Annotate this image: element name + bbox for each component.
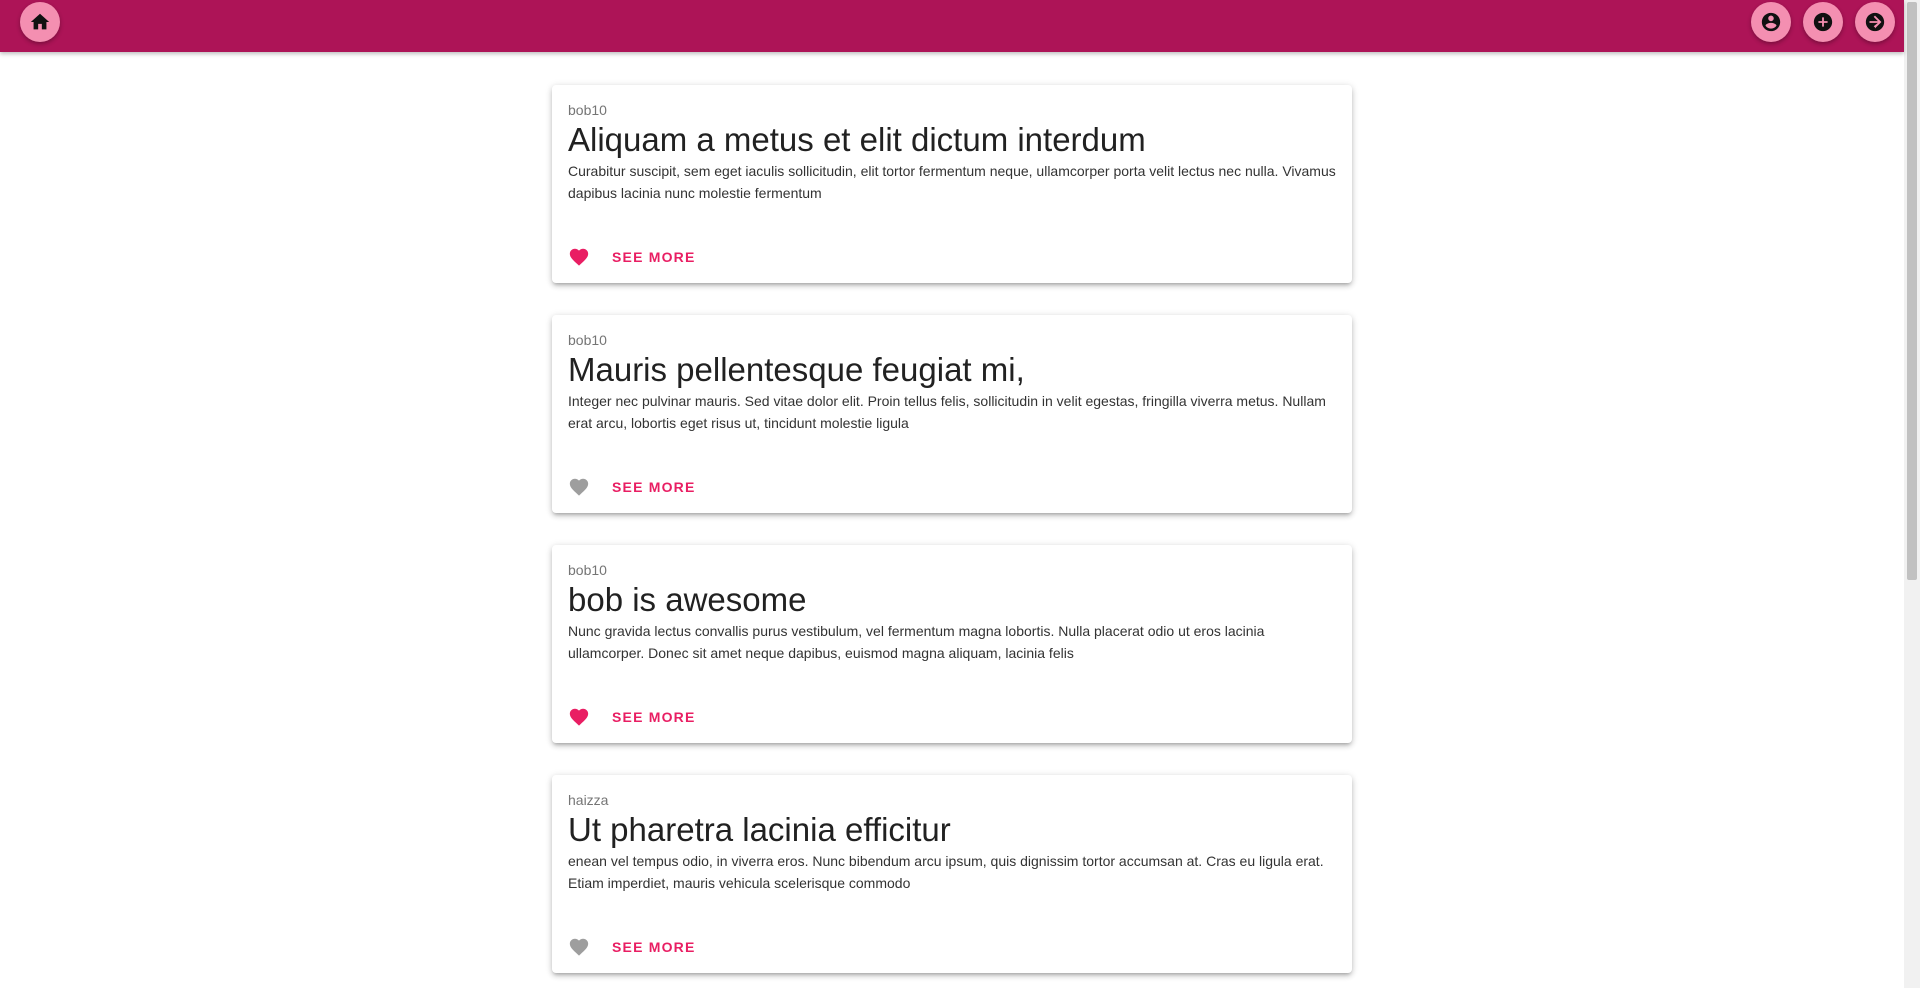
next-button[interactable] <box>1855 2 1895 42</box>
post-author: haizza <box>568 792 609 808</box>
post-body: Integer nec pulvinar mauris. Sed vitae d… <box>568 393 1326 431</box>
post-title: Mauris pellentesque feugiat mi, <box>568 351 1025 388</box>
post-title: Ut pharetra lacinia efficitur <box>568 811 951 848</box>
post-author: bob10 <box>568 562 607 578</box>
post-title: Aliquam a metus et elit dictum interdum <box>568 121 1146 158</box>
see-more-button[interactable]: SEE MORE <box>612 479 696 495</box>
post-actions: SEE MORE <box>568 475 696 499</box>
post-card: bob10 Mauris pellentesque feugiat mi, In… <box>552 315 1352 513</box>
post-author: bob10 <box>568 102 607 118</box>
heart-icon[interactable] <box>568 936 590 958</box>
add-post-button[interactable] <box>1803 2 1843 42</box>
post-card: bob10 Aliquam a metus et elit dictum int… <box>552 85 1352 283</box>
see-more-button[interactable]: SEE MORE <box>612 249 696 265</box>
heart-icon[interactable] <box>568 246 590 268</box>
app-bar <box>0 0 1904 52</box>
post-actions: SEE MORE <box>568 705 696 729</box>
see-more-button[interactable]: SEE MORE <box>612 709 696 725</box>
post-author: bob10 <box>568 332 607 348</box>
arrow-forward-circle-icon <box>1865 12 1885 32</box>
vertical-scrollbar[interactable] <box>1904 0 1920 988</box>
post-body: enean vel tempus odio, in viverra eros. … <box>568 853 1324 891</box>
heart-icon[interactable] <box>568 706 590 728</box>
home-icon <box>30 13 50 30</box>
post-body: Nunc gravida lectus convallis purus vest… <box>568 623 1265 661</box>
post-actions: SEE MORE <box>568 245 696 269</box>
post-feed: bob10 Aliquam a metus et elit dictum int… <box>552 85 1352 1005</box>
post-title: bob is awesome <box>568 581 807 618</box>
post-card: bob10 bob is awesome Nunc gravida lectus… <box>552 545 1352 743</box>
account-circle-icon <box>1761 12 1781 32</box>
post-actions: SEE MORE <box>568 935 696 959</box>
add-circle-icon <box>1813 12 1833 32</box>
post-body: Curabitur suscipit, sem eget iaculis sol… <box>568 163 1336 201</box>
account-button[interactable] <box>1751 2 1791 42</box>
home-button[interactable] <box>20 2 60 42</box>
scrollbar-thumb[interactable] <box>1907 2 1917 580</box>
see-more-button[interactable]: SEE MORE <box>612 939 696 955</box>
post-card: haizza Ut pharetra lacinia efficitur ene… <box>552 775 1352 973</box>
heart-icon[interactable] <box>568 476 590 498</box>
